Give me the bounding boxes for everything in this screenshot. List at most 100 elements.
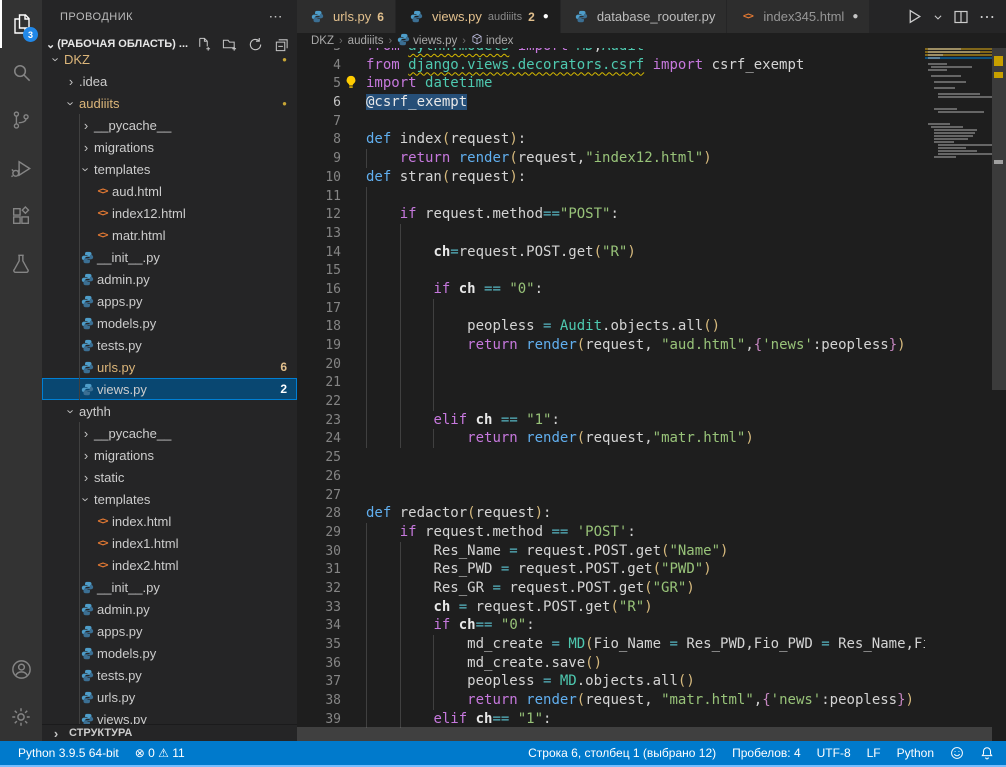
code-line-20[interactable]: 20: [297, 355, 925, 374]
status-bell-icon[interactable]: [980, 746, 994, 760]
new-folder-icon[interactable]: [222, 37, 237, 52]
explorer-icon[interactable]: 3: [0, 0, 42, 48]
testing-icon[interactable]: [0, 240, 42, 288]
code-line-15[interactable]: 15: [297, 261, 925, 280]
code-line-13[interactable]: 13: [297, 224, 925, 243]
tree-folder-migrations[interactable]: ›migrations: [42, 444, 297, 466]
account-icon[interactable]: [0, 645, 42, 693]
more-actions-icon[interactable]: ⋯: [979, 7, 996, 27]
tree-file-admin.py[interactable]: admin.py: [42, 598, 297, 620]
tree-folder-templates[interactable]: ›templates: [42, 158, 297, 180]
tree-file-admin.py[interactable]: admin.py: [42, 268, 297, 290]
tab-views.py[interactable]: views.pyaudiiits2●: [396, 0, 561, 33]
code-line-6[interactable]: 6@csrf_exempt: [297, 93, 925, 112]
tree-folder-aythh[interactable]: ›aythh: [42, 400, 297, 422]
breadcrumb-item-audiiits[interactable]: audiiits: [348, 35, 384, 47]
settings-gear-icon[interactable]: [0, 693, 42, 741]
tree-file-urls.py[interactable]: urls.py6: [42, 356, 297, 378]
tree-folder-__pycache__[interactable]: ›__pycache__: [42, 114, 297, 136]
tree-file-index.html[interactable]: <>index.html: [42, 510, 297, 532]
new-file-icon[interactable]: [196, 37, 211, 52]
code-line-38[interactable]: 38 return render(request, "matr.html",{'…: [297, 691, 925, 710]
code-line-36[interactable]: 36 md_create.save(): [297, 654, 925, 673]
code-line-31[interactable]: 31 Res_PWD = request.POST.get("PWD"): [297, 560, 925, 579]
code-line-25[interactable]: 25: [297, 448, 925, 467]
code-line-35[interactable]: 35 md_create = MD(Fio_Name = Res_PWD,Fio…: [297, 635, 925, 654]
tree-file-aud.html[interactable]: <>aud.html: [42, 180, 297, 202]
code-line-27[interactable]: 27: [297, 486, 925, 505]
sidebar-more-actions-icon[interactable]: ⋯: [269, 8, 284, 25]
tree-file-apps.py[interactable]: apps.py: [42, 290, 297, 312]
tab-index345.html[interactable]: <>index345.html●: [727, 0, 870, 33]
tree-folder-audiiits[interactable]: ›audiiits●: [42, 92, 297, 114]
code-line-26[interactable]: 26: [297, 467, 925, 486]
status-eol[interactable]: LF: [867, 746, 881, 760]
overview-ruler[interactable]: [992, 48, 1006, 741]
run-dropdown-chevron-icon[interactable]: [933, 12, 943, 22]
tree-file-index2.html[interactable]: <>index2.html: [42, 554, 297, 576]
split-editor-icon[interactable]: [953, 9, 969, 25]
code-line-4[interactable]: 4from django.views.decorators.csrf impor…: [297, 56, 925, 75]
code-line-33[interactable]: 33 ch = request.POST.get("R"): [297, 598, 925, 617]
workspace-section-header[interactable]: ⌄ (РАБОЧАЯ ОБЛАСТЬ) ...: [42, 33, 297, 55]
tree-file-index12.html[interactable]: <>index12.html: [42, 202, 297, 224]
code-line-29[interactable]: 29 if request.method == 'POST':: [297, 523, 925, 542]
code-line-32[interactable]: 32 Res_GR = request.POST.get("GR"): [297, 579, 925, 598]
horizontal-scrollbar[interactable]: [297, 727, 992, 741]
code-line-34[interactable]: 34 if ch== "0":: [297, 616, 925, 635]
lightbulb-icon[interactable]: [344, 75, 358, 89]
code-line-8[interactable]: 8def index(request):: [297, 130, 925, 149]
tree-folder-migrations[interactable]: ›migrations: [42, 136, 297, 158]
tree-file-__init__.py[interactable]: __init__.py: [42, 576, 297, 598]
outline-section-header[interactable]: › СТРУКТУРА: [42, 724, 297, 741]
tree-file-urls.py[interactable]: urls.py: [42, 686, 297, 708]
code-line-23[interactable]: 23 elif ch == "1":: [297, 411, 925, 430]
tree-file-tests.py[interactable]: tests.py: [42, 334, 297, 356]
tree-file-index1.html[interactable]: <>index1.html: [42, 532, 297, 554]
code-line-22[interactable]: 22: [297, 392, 925, 411]
status-indentation[interactable]: Пробелов: 4: [732, 746, 801, 760]
status-problems[interactable]: ⊗ 0 ⚠ 11: [135, 746, 185, 760]
source-control-icon[interactable]: [0, 96, 42, 144]
code-line-14[interactable]: 14 ch=request.POST.get("R"): [297, 243, 925, 262]
code-area[interactable]: 3from aythh.models import MD,Audit4from …: [297, 48, 1006, 741]
code-line-37[interactable]: 37 peopless = MD.objects.all(): [297, 672, 925, 691]
tree-file-__init__.py[interactable]: __init__.py: [42, 246, 297, 268]
code-line-17[interactable]: 17: [297, 299, 925, 318]
scrollbar-thumb[interactable]: [992, 48, 1006, 390]
status-language-mode[interactable]: Python: [897, 746, 934, 760]
code-line-3[interactable]: 3from aythh.models import MD,Audit: [297, 48, 925, 56]
code-line-11[interactable]: 11: [297, 187, 925, 206]
tree-folder-.idea[interactable]: ›.idea: [42, 70, 297, 92]
status-cursor-position[interactable]: Строка 6, столбец 1 (выбрано 12): [528, 746, 716, 760]
code-line-5[interactable]: 5import datetime: [297, 74, 925, 93]
run-debug-icon[interactable]: [0, 144, 42, 192]
code-line-16[interactable]: 16 if ch == "0":: [297, 280, 925, 299]
code-line-21[interactable]: 21: [297, 373, 925, 392]
status-feedback-icon[interactable]: [950, 746, 964, 760]
modified-dot-icon[interactable]: ●: [852, 11, 858, 22]
code-line-10[interactable]: 10def stran(request):: [297, 168, 925, 187]
code-line-24[interactable]: 24 return render(request,"matr.html"): [297, 429, 925, 448]
collapse-all-icon[interactable]: [274, 37, 289, 52]
tree-file-apps.py[interactable]: apps.py: [42, 620, 297, 642]
code-line-30[interactable]: 30 Res_Name = request.POST.get("Name"): [297, 542, 925, 561]
breadcrumb-item-views.py[interactable]: views.py: [397, 33, 457, 49]
tab-urls.py[interactable]: urls.py6: [297, 0, 396, 33]
refresh-icon[interactable]: [248, 37, 263, 52]
code-line-28[interactable]: 28def redactor(request):: [297, 504, 925, 523]
search-icon[interactable]: [0, 48, 42, 96]
extensions-icon[interactable]: [0, 192, 42, 240]
run-button[interactable]: [906, 8, 923, 25]
tab-database_roouter.py[interactable]: database_roouter.py: [561, 0, 728, 33]
status-python-interpreter[interactable]: Python 3.9.5 64-bit: [18, 746, 119, 760]
code-line-18[interactable]: 18 peopless = Audit.objects.all(): [297, 317, 925, 336]
tree-folder-templates[interactable]: ›templates: [42, 488, 297, 510]
code-line-12[interactable]: 12 if request.method=="POST":: [297, 205, 925, 224]
tree-file-matr.html[interactable]: <>matr.html: [42, 224, 297, 246]
tree-folder-__pycache__[interactable]: ›__pycache__: [42, 422, 297, 444]
tree-file-models.py[interactable]: models.py: [42, 642, 297, 664]
breadcrumb-item-index[interactable]: index: [471, 33, 514, 48]
tree-file-views.py[interactable]: views.py2: [42, 378, 297, 400]
status-encoding[interactable]: UTF-8: [817, 746, 851, 760]
